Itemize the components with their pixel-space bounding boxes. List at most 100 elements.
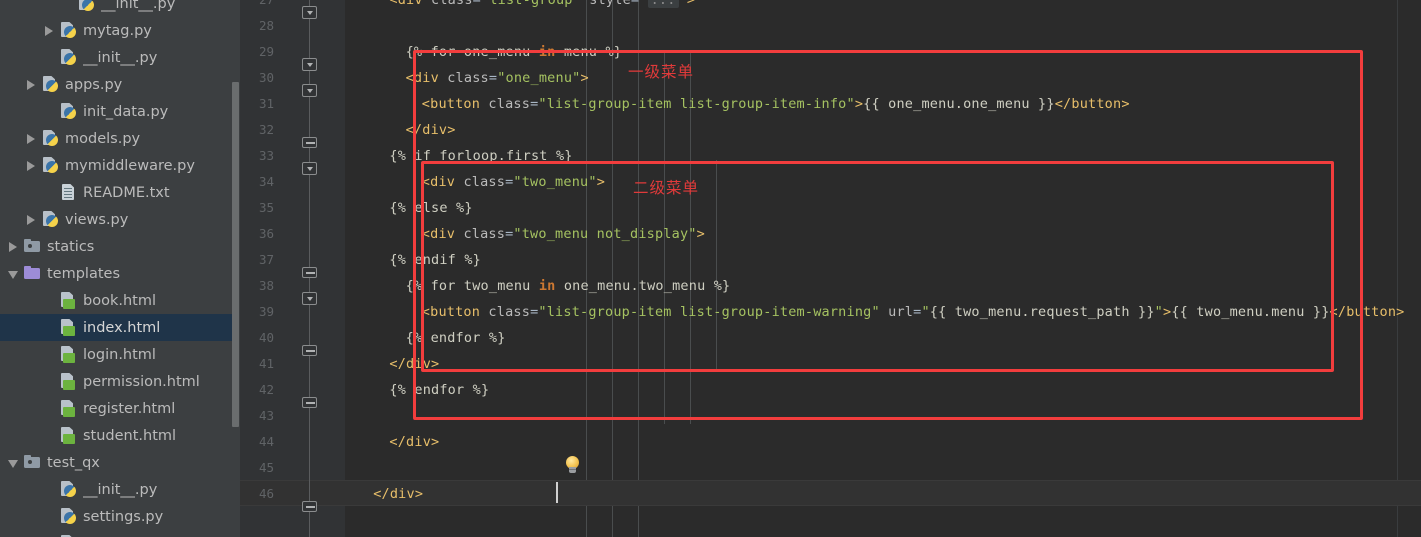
line-number: 33 xyxy=(258,148,274,163)
line-number: 30 xyxy=(258,70,274,85)
tree-item-test-qx[interactable]: test_qx xyxy=(0,449,240,476)
sidebar-scrollbar-track[interactable] xyxy=(232,0,240,537)
code-line[interactable]: 40 {% endfor %} xyxy=(240,325,1421,351)
chevron-down-icon[interactable] xyxy=(8,268,19,279)
tree-item-label: login.html xyxy=(83,346,156,363)
folder-open-icon xyxy=(24,265,41,282)
code-line[interactable]: 34 <div class="two_menu"> xyxy=(240,169,1421,195)
html-file-icon xyxy=(60,292,77,309)
sidebar-scrollbar-thumb[interactable] xyxy=(232,82,239,427)
tree-item--init-py[interactable]: __init__.py xyxy=(0,476,240,503)
tree-item-label: apps.py xyxy=(65,76,123,93)
code-text: </div> xyxy=(373,486,424,502)
tree-item-readme-txt[interactable]: README.txt xyxy=(0,179,240,206)
line-number: 35 xyxy=(258,200,274,215)
code-text: <div class="list-group" style="... "> xyxy=(377,0,695,13)
code-line[interactable]: 46 </div> xyxy=(240,481,1421,507)
code-text: <div class="two_menu not_display"> xyxy=(421,226,705,242)
python-file-icon xyxy=(78,0,95,12)
tree-item-settings-py[interactable]: settings.py xyxy=(0,503,240,530)
annotation-label-level-one: 一级菜单 xyxy=(628,63,695,81)
line-number: 27 xyxy=(240,0,274,13)
line-number: 45 xyxy=(258,460,274,475)
code-text: </div> xyxy=(389,356,440,372)
code-line[interactable]: 42 {% endfor %} xyxy=(240,377,1421,403)
code-text: </div> xyxy=(389,434,440,450)
python-file-icon xyxy=(60,22,77,39)
tree-item-label: statics xyxy=(47,238,95,255)
tree-item--init-py[interactable]: __init__.py xyxy=(0,44,240,71)
tree-item-init-data-py[interactable]: init_data.py xyxy=(0,98,240,125)
code-editor[interactable]: 27 <div class="list-group" style="..."> 28… xyxy=(240,0,1421,537)
code-line[interactable]: 30 <div class="one_menu"> xyxy=(240,65,1421,91)
python-file-icon xyxy=(60,49,77,66)
tree-item-index-html[interactable]: index.html xyxy=(0,314,240,341)
tree-item-apps-py[interactable]: apps.py xyxy=(0,71,240,98)
ide-window: __init__.py mytag.py __init__.py apps.py ini… xyxy=(0,0,1421,537)
chevron-right-icon[interactable] xyxy=(44,25,55,36)
tree-item-label: index.html xyxy=(83,319,161,336)
tree-item-urls-py[interactable]: urls.py xyxy=(0,530,240,537)
code-line[interactable]: 36 <div class="two_menu not_display"> xyxy=(240,221,1421,247)
code-line[interactable]: 43 xyxy=(240,403,1421,429)
tree-item-views-py[interactable]: views.py xyxy=(0,206,240,233)
chevron-right-icon[interactable] xyxy=(26,160,37,171)
code-line[interactable]: 41 </div> xyxy=(240,351,1421,377)
code-text: {% for two_menu in one_menu.two_menu %} xyxy=(405,278,731,294)
tree-item-label: __init__.py xyxy=(83,49,158,66)
tree-item-statics[interactable]: statics xyxy=(0,233,240,260)
tree-item-book-html[interactable]: book.html xyxy=(0,287,240,314)
folder-icon xyxy=(24,238,41,255)
tree-item-templates[interactable]: templates xyxy=(0,260,240,287)
code-text: {% else %} xyxy=(389,200,473,216)
code-line[interactable]: 28 xyxy=(240,13,1421,39)
python-file-icon xyxy=(42,211,59,228)
tree-item-label: book.html xyxy=(83,292,156,309)
tree-item--init-py[interactable]: __init__.py xyxy=(0,0,240,17)
tree-item-login-html[interactable]: login.html xyxy=(0,341,240,368)
python-file-icon xyxy=(42,130,59,147)
code-line[interactable]: 35 {% else %} xyxy=(240,195,1421,221)
line-number: 44 xyxy=(258,434,274,449)
tree-item-register-html[interactable]: register.html xyxy=(0,395,240,422)
python-file-icon xyxy=(42,157,59,174)
line-number: 42 xyxy=(258,382,274,397)
chevron-right-icon[interactable] xyxy=(26,133,37,144)
chevron-right-icon[interactable] xyxy=(26,214,37,225)
html-file-icon xyxy=(60,400,77,417)
tree-item-label: register.html xyxy=(83,400,176,417)
tree-item-label: README.txt xyxy=(83,184,170,201)
tree-item-mymiddleware-py[interactable]: mymiddleware.py xyxy=(0,152,240,179)
code-line[interactable]: 31 <button class="list-group-item list-gr… xyxy=(240,91,1421,117)
tree-item-mytag-py[interactable]: mytag.py xyxy=(0,17,240,44)
tree-item-models-py[interactable]: models.py xyxy=(0,125,240,152)
line-number: 46 xyxy=(258,486,274,501)
code-line[interactable]: 27 <div class="list-group" style="..."> xyxy=(240,0,1421,13)
code-line[interactable]: 29 {% for one_menu in menu %} xyxy=(240,39,1421,65)
tree-item-label: test_qx xyxy=(47,454,100,471)
code-line[interactable]: 37 {% endif %} xyxy=(240,247,1421,273)
code-line[interactable]: 38 {% for two_menu in one_menu.two_menu %… xyxy=(240,273,1421,299)
line-number: 36 xyxy=(258,226,274,241)
tree-item-label: init_data.py xyxy=(83,103,169,120)
tree-item-label: __init__.py xyxy=(83,481,158,498)
python-file-icon xyxy=(60,508,77,525)
code-line[interactable]: 44 </div> xyxy=(240,429,1421,455)
tree-item-permission-html[interactable]: permission.html xyxy=(0,368,240,395)
code-text: <div class="one_menu"> xyxy=(405,70,589,86)
code-line[interactable]: 39 <button class="list-group-item list-gr… xyxy=(240,299,1421,325)
html-file-icon xyxy=(60,346,77,363)
project-tree[interactable]: __init__.py mytag.py __init__.py apps.py ini… xyxy=(0,0,240,537)
code-text: {% endfor %} xyxy=(405,330,506,346)
tree-item-student-html[interactable]: student.html xyxy=(0,422,240,449)
chevron-right-icon[interactable] xyxy=(8,241,19,252)
code-text: <button class="list-group-item list-grou… xyxy=(421,96,1130,112)
code-line[interactable]: 45 xyxy=(240,455,1421,481)
line-number: 34 xyxy=(258,174,274,189)
code-line[interactable]: 33 {% if forloop.first %} xyxy=(240,143,1421,169)
chevron-right-icon[interactable] xyxy=(26,79,37,90)
line-number: 29 xyxy=(258,44,274,59)
chevron-down-icon[interactable] xyxy=(8,457,19,468)
python-file-icon xyxy=(42,76,59,93)
code-line[interactable]: 32 </div> xyxy=(240,117,1421,143)
